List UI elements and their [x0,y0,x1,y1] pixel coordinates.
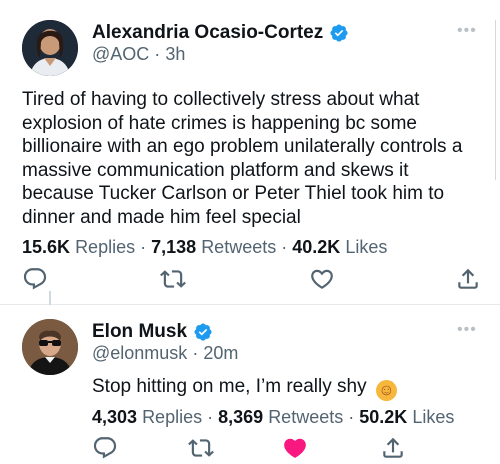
likes-label: Likes [345,237,388,257]
avatar[interactable] [22,20,78,76]
separator-dot: · [348,407,355,427]
tweet-text-row: Stop hitting on me, I’m really shy ☺ [92,375,482,401]
tweet-elonmusk[interactable]: Elon Musk @elonmusk · 20m ••• Stop hitti… [0,305,500,464]
likes-count: 50.2K [359,407,408,427]
author-handle[interactable]: @elonmusk [92,343,187,363]
separator-dot: · [140,237,147,257]
author-name-row: Elon Musk [92,321,213,343]
retweet-icon[interactable] [160,266,186,292]
tweet-aoc[interactable]: Alexandria Ocasio-Cortez @AOC · 3h ••• T… [0,0,500,300]
retweets-stat[interactable]: 7,138 Retweets [151,237,276,257]
share-icon[interactable] [380,435,406,461]
share-icon[interactable] [455,266,481,292]
tweet-timestamp[interactable]: 20m [203,343,238,363]
separator-dot: · [154,44,161,64]
replies-stat[interactable]: 4,303 Replies [92,407,202,427]
retweets-label: Retweets [201,237,277,257]
author-name[interactable]: Alexandria Ocasio-Cortez [92,22,323,44]
author-handle-row: @AOC · 3h [92,44,185,65]
separator-dot: · [207,407,214,427]
author-handle-row: @elonmusk · 20m [92,343,238,364]
retweets-stat[interactable]: 8,369 Retweets [218,407,343,427]
smiling-face-emoji-icon: ☺ [375,380,397,401]
replies-label: Replies [142,407,203,427]
heart-icon[interactable] [309,266,335,292]
retweets-label: Retweets [268,407,344,427]
replies-count: 15.6K [22,237,71,257]
likes-stat[interactable]: 40.2K Likes [292,237,387,257]
author-name[interactable]: Elon Musk [92,321,187,343]
more-icon[interactable]: ••• [457,321,477,339]
retweets-count: 8,369 [218,407,264,427]
reply-icon[interactable] [92,435,118,461]
likes-label: Likes [412,407,455,427]
separator-dot: · [192,343,199,363]
retweets-count: 7,138 [151,237,197,257]
tweet-actions [0,266,500,294]
tweet-timestamp[interactable]: 3h [165,44,185,64]
verified-badge-icon [194,323,212,341]
separator-dot: · [281,237,288,257]
tweet-text: Stop hitting on me, I’m really shy [92,376,367,397]
replies-label: Replies [75,237,136,257]
avatar[interactable] [22,319,78,375]
tweet-stats: 4,303 Replies · 8,369 Retweets · 50.2K L… [92,407,454,428]
tweet-stats: 15.6K Replies · 7,138 Retweets · 40.2K L… [22,237,387,258]
replies-count: 4,303 [92,407,138,427]
tweet-actions [0,435,500,463]
thread-line [49,291,51,305]
author-name-row: Alexandria Ocasio-Cortez [92,22,349,44]
more-icon[interactable]: ••• [457,22,477,40]
author-handle[interactable]: @AOC [92,44,149,64]
replies-stat[interactable]: 15.6K Replies [22,237,135,257]
likes-stat[interactable]: 50.2K Likes [359,407,454,427]
retweet-icon[interactable] [188,435,214,461]
likes-count: 40.2K [292,237,341,257]
tweet-text: Tired of having to collectively stress a… [22,89,463,228]
verified-badge-icon [330,24,348,42]
reply-icon[interactable] [22,266,48,292]
heart-icon[interactable] [282,435,308,461]
